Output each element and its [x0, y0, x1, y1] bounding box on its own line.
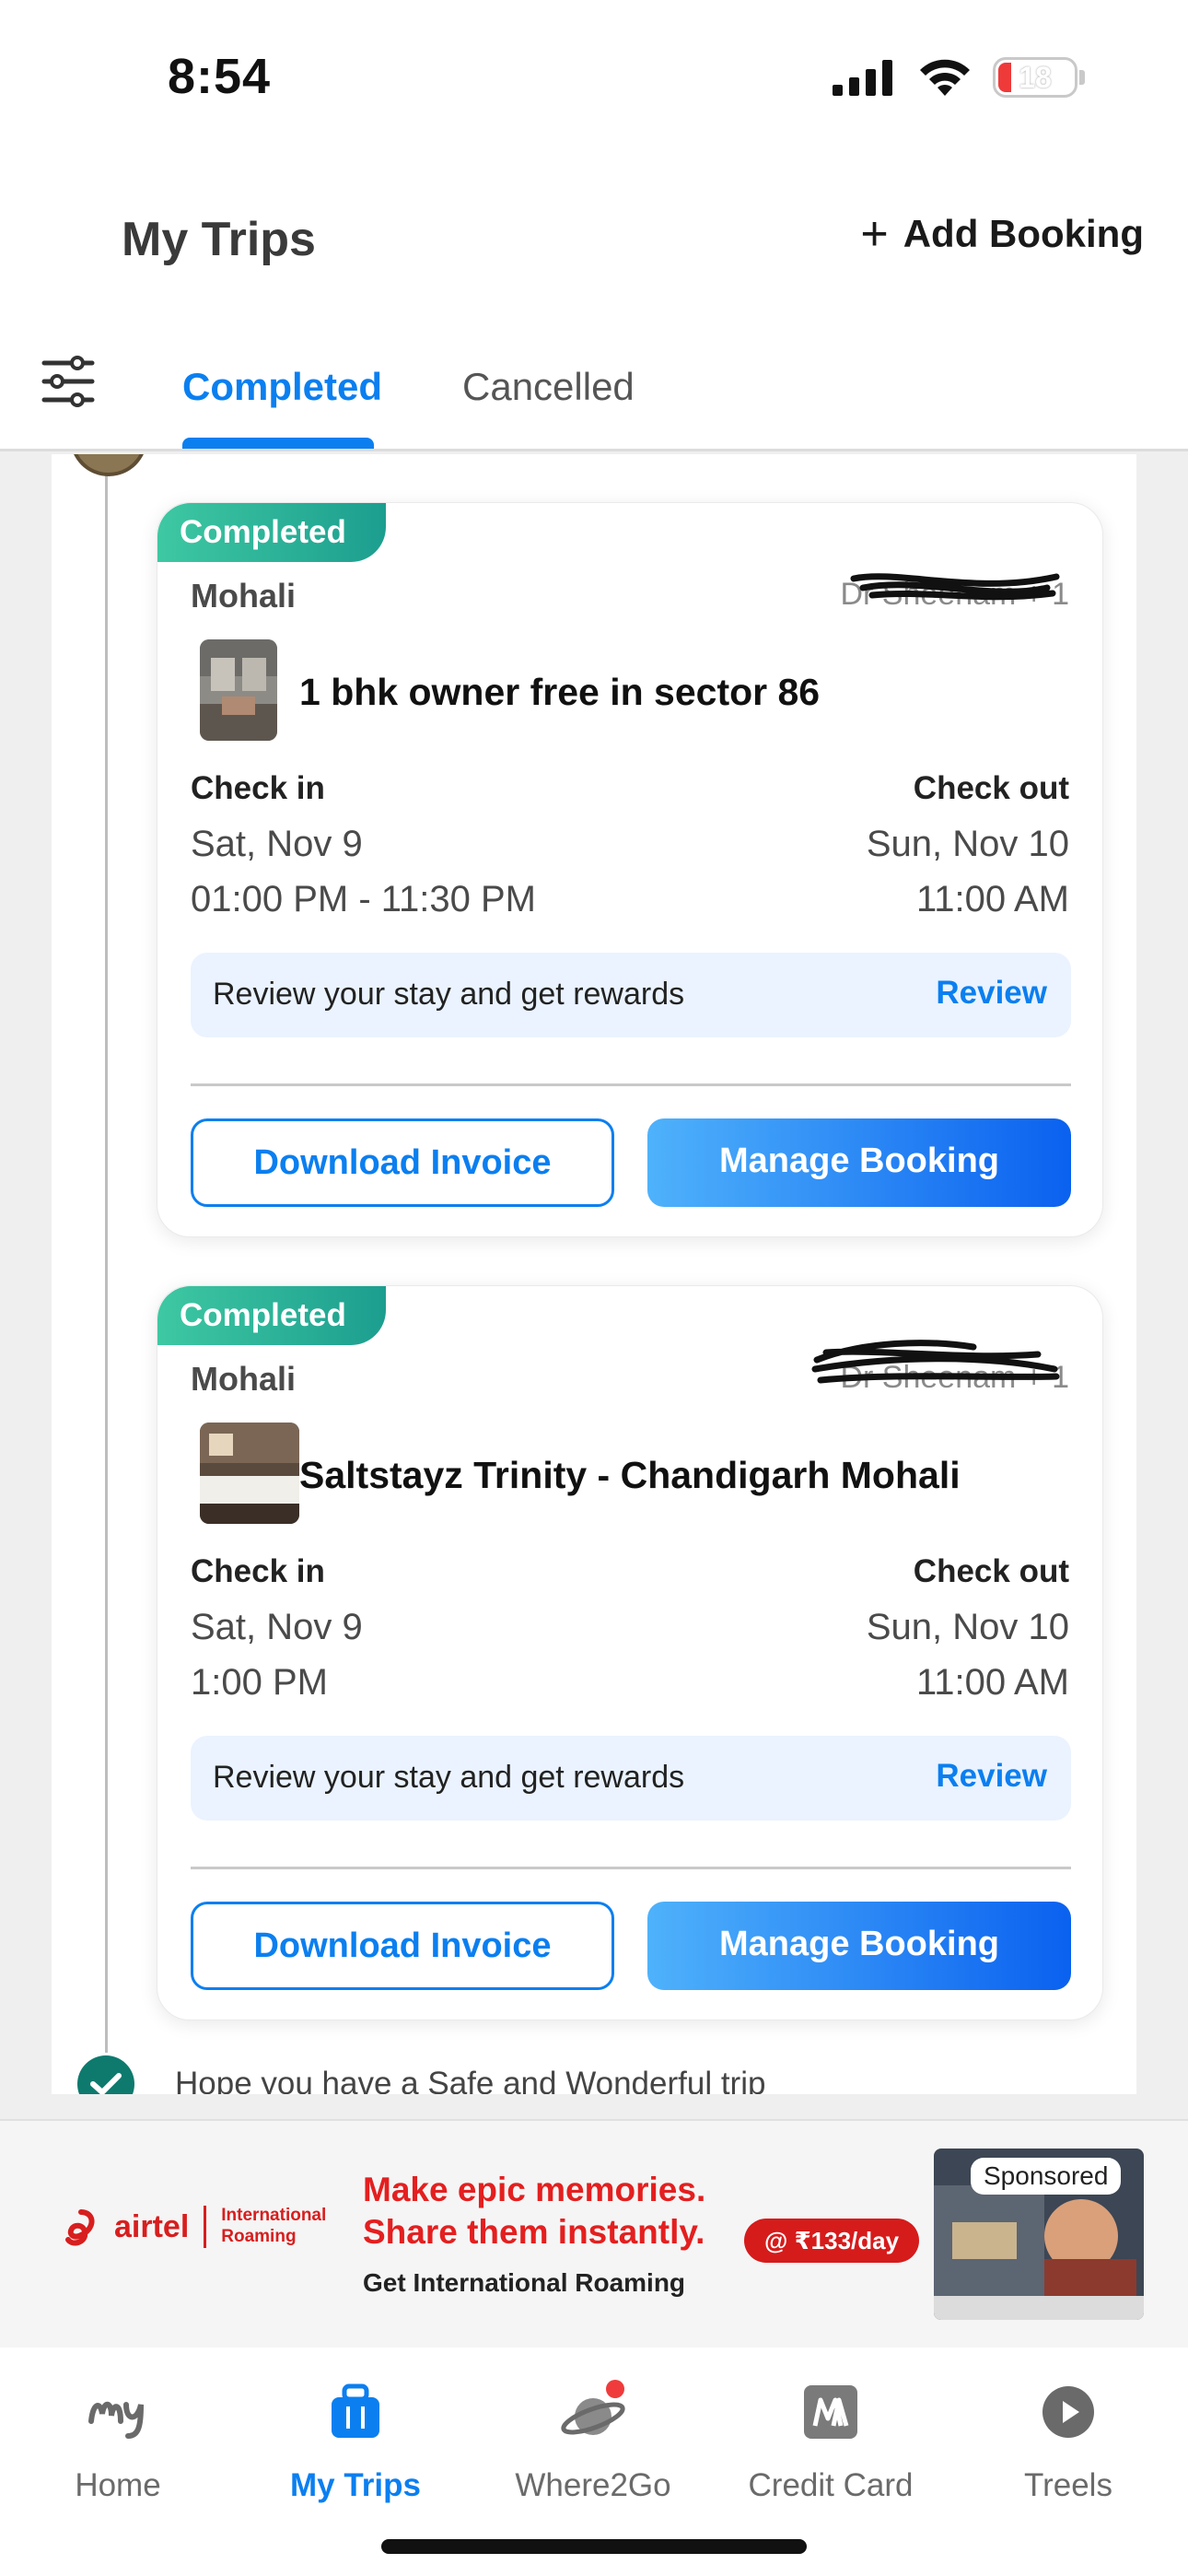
card-logo-icon [729, 2375, 932, 2449]
active-tab-indicator [182, 438, 374, 449]
nav-credit-card[interactable]: Credit Card [729, 2375, 932, 2504]
nav-my-trips[interactable]: My Trips [254, 2375, 457, 2504]
checkout-date: Sun, Nov 10 [866, 824, 1069, 864]
booking-city: Mohali [191, 1360, 296, 1398]
mmt-logo-icon [17, 2375, 219, 2449]
suitcase-icon [254, 2375, 457, 2449]
checkin-time: 1:00 PM [191, 1662, 328, 1703]
checkin-label: Check in [191, 1553, 325, 1589]
add-booking-button[interactable]: + Add Booking [860, 210, 1144, 258]
home-indicator[interactable] [381, 2539, 807, 2554]
signal-icon [833, 60, 892, 96]
hotel-name[interactable]: 1 bhk owner free in sector 86 [299, 671, 820, 714]
review-link[interactable]: Review [936, 975, 1047, 1012]
ad-banner[interactable]: airtel International Roaming Make epic m… [0, 2119, 1188, 2348]
checkout-time: 11:00 AM [915, 879, 1069, 919]
page-title: My Trips [122, 213, 316, 266]
nav-label: Home [75, 2467, 161, 2503]
ad-price-pill: @ ₹133/day [744, 2219, 920, 2263]
nav-where2go[interactable]: Where2Go [492, 2375, 694, 2504]
status-badge: Completed [157, 1286, 386, 1345]
booking-city: Mohali [191, 577, 296, 615]
tab-cancelled[interactable]: Cancelled [462, 365, 635, 409]
hotel-thumbnail[interactable] [200, 1423, 299, 1524]
divider [191, 1083, 1071, 1086]
trip-tabs: Completed Cancelled [0, 313, 1188, 451]
footer-message: Hope you have a Safe and Wonderful trip [175, 2066, 766, 2094]
download-invoice-button[interactable]: Download Invoice [191, 1118, 614, 1207]
checkout-time: 11:00 AM [915, 1662, 1069, 1703]
ad-headline: Make epic memories. [363, 2171, 706, 2208]
status-badge: Completed [157, 503, 386, 562]
sponsored-label: Sponsored [971, 2158, 1122, 2195]
manage-booking-button[interactable]: Manage Booking [647, 1902, 1071, 1990]
checkout-label: Check out [913, 1553, 1069, 1589]
nav-label: Credit Card [748, 2467, 914, 2503]
download-invoice-button[interactable]: Download Invoice [191, 1902, 614, 1990]
filter-sliders-icon[interactable] [41, 356, 96, 407]
manage-booking-button[interactable]: Manage Booking [647, 1118, 1071, 1207]
nav-home[interactable]: Home [17, 2375, 219, 2504]
checkin-date: Sat, Nov 9 [191, 1607, 363, 1647]
ad-subline: Get International Roaming [363, 2268, 686, 2297]
hotel-name[interactable]: Saltstayz Trinity - Chandigarh Mohali [299, 1454, 961, 1497]
airtel-logo: airtel International Roaming [63, 2206, 332, 2248]
status-icons: 18 [833, 57, 1085, 98]
timeline-footer: Hope you have a Safe and Wonderful trip [77, 2055, 765, 2094]
status-bar: 8:54 18 [0, 0, 1188, 157]
review-link[interactable]: Review [936, 1758, 1047, 1795]
add-booking-label: Add Booking [903, 212, 1144, 255]
app-header: My Trips + Add Booking [0, 157, 1188, 313]
ad-brand: airtel [114, 2208, 190, 2244]
checkin-time: 01:00 PM - 11:30 PM [191, 879, 536, 919]
redaction-scribble [811, 1340, 1060, 1384]
divider [191, 1867, 1071, 1869]
nav-label: My Trips [290, 2467, 421, 2503]
nav-label: Where2Go [515, 2467, 671, 2503]
airtel-swirl-icon [65, 2209, 95, 2246]
play-icon [967, 2375, 1170, 2449]
redaction-scribble [850, 573, 1060, 601]
review-banner[interactable]: Review your stay and get rewards Review [191, 953, 1071, 1037]
plus-icon: + [860, 207, 889, 261]
checkin-label: Check in [191, 770, 325, 806]
wifi-icon [920, 59, 970, 96]
tab-completed[interactable]: Completed [182, 365, 382, 409]
nav-label: Treels [1024, 2467, 1112, 2503]
status-time: 8:54 [168, 49, 272, 104]
review-prompt: Review your stay and get rewards [213, 977, 685, 1012]
battery-icon: 18 [993, 57, 1077, 98]
trip-list[interactable]: Completed Mohali Dr Sheenam + 1 1 bhk ow… [0, 454, 1188, 2094]
checkin-date: Sat, Nov 9 [191, 824, 363, 864]
nav-treels[interactable]: Treels [967, 2375, 1170, 2504]
battery-level: 18 [1019, 60, 1052, 94]
checkout-date: Sun, Nov 10 [866, 1607, 1069, 1647]
review-banner[interactable]: Review your stay and get rewards Review [191, 1736, 1071, 1821]
check-circle-icon [77, 2055, 134, 2094]
review-prompt: Review your stay and get rewards [213, 1760, 685, 1795]
ad-brand-sub: International Roaming [221, 2206, 327, 2246]
booking-card[interactable]: Completed Mohali Dr Sheenam + 1 Saltstay… [157, 1285, 1103, 2020]
ad-headline: Share them instantly. [363, 2213, 705, 2251]
timeline-line [105, 454, 108, 2053]
hotel-thumbnail[interactable] [200, 639, 277, 741]
booking-card[interactable]: Completed Mohali Dr Sheenam + 1 1 bhk ow… [157, 502, 1103, 1237]
checkout-label: Check out [913, 770, 1069, 806]
planet-icon [492, 2375, 694, 2449]
